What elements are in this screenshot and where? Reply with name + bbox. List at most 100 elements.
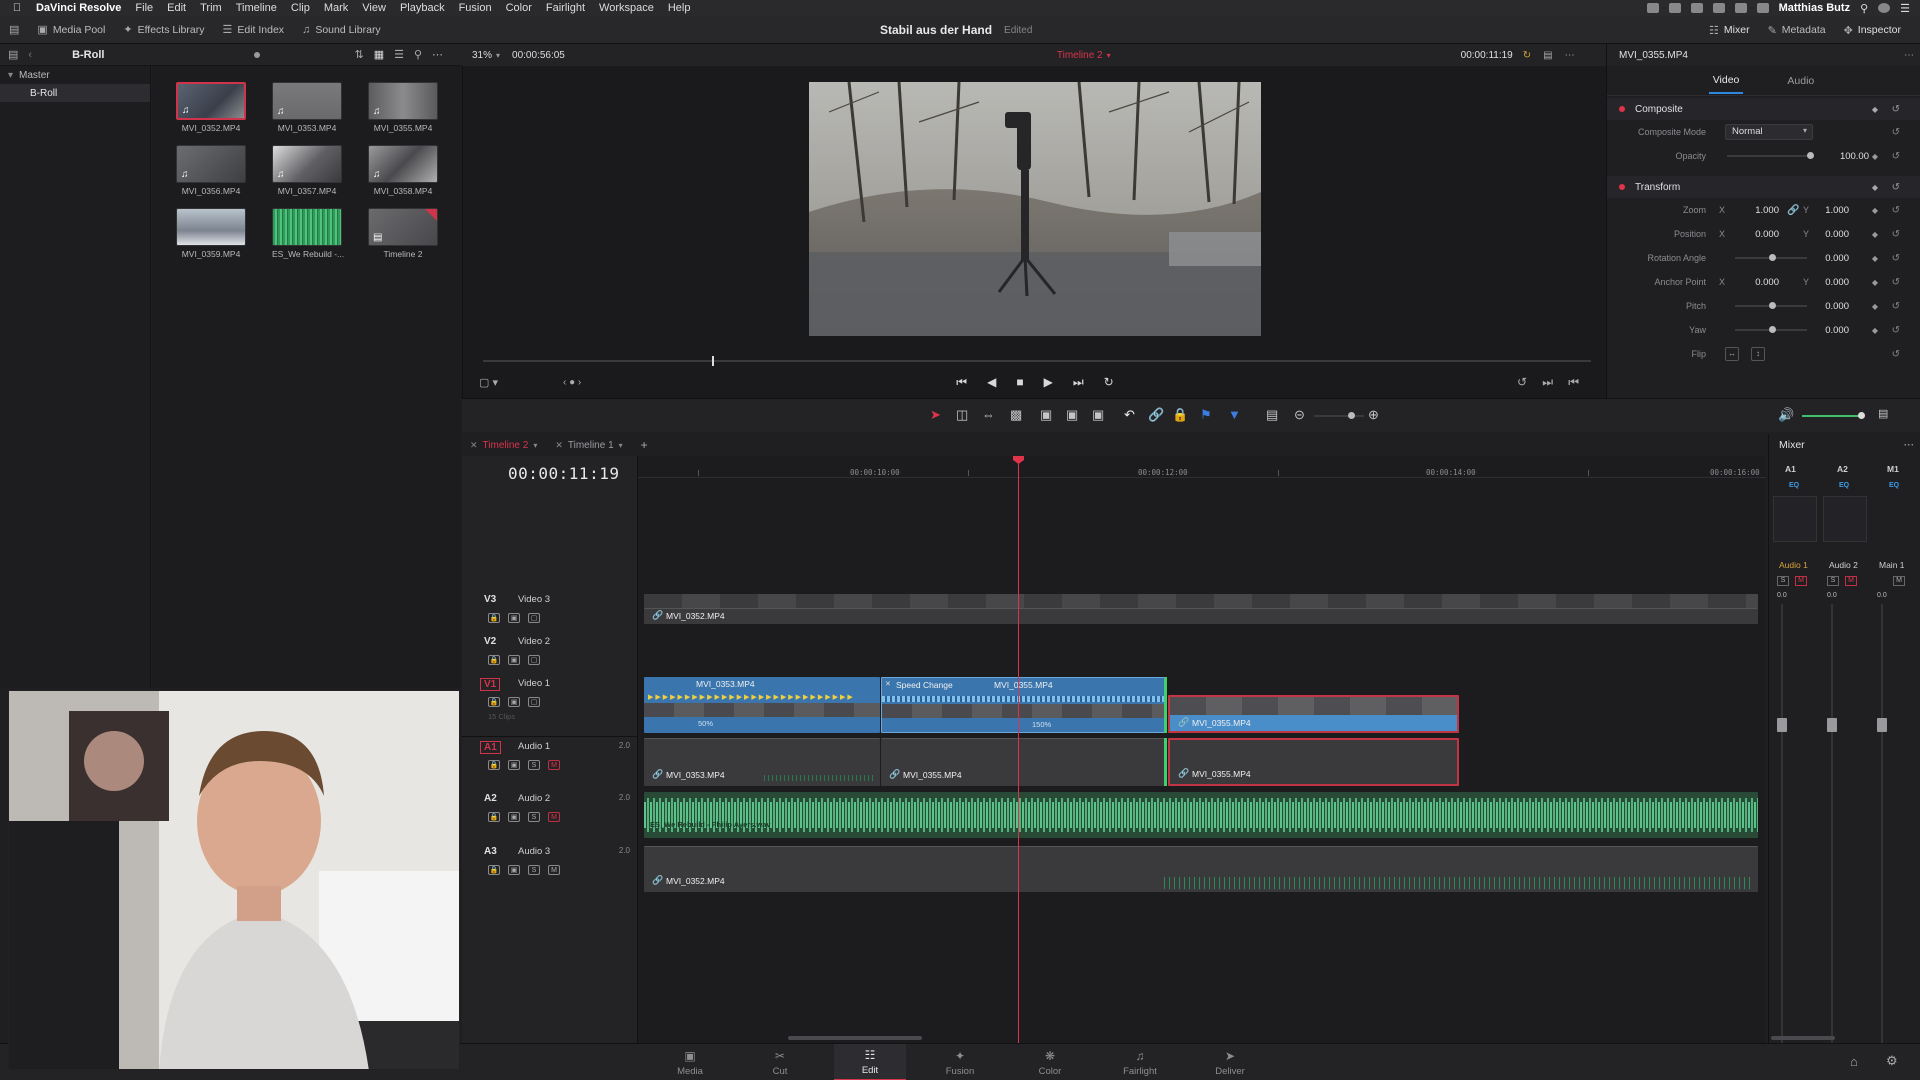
media-clip[interactable]: ♫ MVI_0352.MP4 [176, 82, 246, 133]
reset-icon[interactable]: ↺ [1892, 151, 1900, 162]
solo-icon[interactable]: S [1827, 576, 1839, 586]
lock-icon[interactable]: 🔒 [488, 655, 500, 665]
media-pool-button[interactable]: ▣ Media Pool [28, 16, 114, 44]
cloud-icon[interactable] [1668, 3, 1681, 13]
keyframe-diamond-icon[interactable]: ◆ [1872, 326, 1878, 335]
auto-select-icon[interactable]: ▣ [508, 697, 520, 707]
inspector-toggle-button[interactable]: ✥ Inspector [1835, 16, 1910, 44]
reset-icon[interactable]: ↺ [1892, 229, 1900, 240]
track-header-v1[interactable]: V1 Video 1 🔒 ▣ ▢ 15 Clips [462, 674, 638, 734]
tab-timeline-2[interactable]: ✕ Timeline 2 ▾ [470, 440, 537, 451]
timeline-clip-a1-a[interactable]: 🔗 MVI_0353.MP4 [644, 738, 880, 786]
track-visibility-icon[interactable]: ▢ [528, 655, 540, 665]
grid-view-icon[interactable]: ▦ [374, 48, 384, 61]
home-icon[interactable]: ⌂ [1850, 1054, 1858, 1069]
eq-button[interactable]: EQ [1839, 482, 1849, 489]
timeline-clip-a2[interactable]: ES_We Rebuild - Philip Ayers.wav [644, 792, 1758, 838]
loop-icon[interactable]: ↻ [1104, 375, 1114, 389]
link-icon[interactable]: 🔗 [1787, 205, 1799, 216]
fader-track[interactable] [1781, 604, 1783, 1044]
yaw-value[interactable]: 0.000 [1809, 325, 1849, 336]
timeline-zoom-slider[interactable] [1314, 412, 1364, 419]
position-x-value[interactable]: 0.000 [1739, 229, 1779, 240]
timeline-clip-v1-a[interactable]: MVI_0353.MP4 ▶▶▶▶▶▶▶▶▶▶▶▶▶▶▶▶▶▶▶▶▶▶▶▶▶▶▶… [644, 677, 880, 733]
track-visibility-icon[interactable]: ▢ [528, 613, 540, 623]
marker-icon[interactable]: ▼ [1228, 407, 1241, 422]
menu-help[interactable]: Help [668, 2, 691, 14]
media-clip[interactable]: ♫ MVI_0357.MP4 [272, 145, 342, 196]
fader-track[interactable] [1831, 604, 1833, 1044]
menu-file[interactable]: File [135, 2, 153, 14]
page-fairlight[interactable]: ♫ Fairlight [1104, 1044, 1176, 1080]
chevron-down-icon[interactable]: ▾ [533, 441, 537, 450]
more-options-icon[interactable]: ⋯ [1904, 50, 1914, 61]
eq-button[interactable]: EQ [1889, 482, 1899, 489]
track-header-a1[interactable]: A1 Audio 1 2.0 🔒 ▣ S M [462, 736, 638, 789]
meter-icon[interactable]: ▤ [1878, 407, 1888, 420]
keyframe-diamond-icon[interactable]: ◆ [1872, 254, 1878, 263]
fader-handle[interactable] [1777, 718, 1787, 732]
menu-timeline[interactable]: Timeline [236, 2, 277, 14]
zoom-x-value[interactable]: 1.000 [1739, 205, 1779, 216]
reset-icon[interactable]: ↺ [1892, 349, 1900, 360]
menu-trim[interactable]: Trim [200, 2, 222, 14]
match-frame-icon[interactable]: ↺ [1517, 375, 1527, 389]
clip-speed-label[interactable]: 50% [698, 719, 713, 728]
track-code[interactable]: V1 [480, 678, 501, 691]
keyframe-diamond-icon[interactable]: ◆ [1872, 302, 1878, 311]
more-options-icon[interactable]: ⋯ [1904, 439, 1915, 451]
reset-icon[interactable]: ↺ [1892, 253, 1900, 264]
slider-knob[interactable] [1858, 412, 1865, 419]
bin-tree-item-b-roll[interactable]: B-Roll [0, 84, 150, 102]
media-clip[interactable]: ♫ MVI_0355.MP4 [368, 82, 438, 133]
media-clip[interactable]: ♫ MVI_0356.MP4 [176, 145, 246, 196]
prev-edit-icon[interactable]: ⏮ [1568, 375, 1579, 390]
slider-knob[interactable] [1348, 412, 1355, 419]
reset-icon[interactable]: ↺ [1892, 205, 1900, 216]
tab-timeline-1[interactable]: ✕ Timeline 1 ▾ [555, 440, 622, 451]
edit-point-marker[interactable] [1164, 677, 1167, 733]
go-to-start-icon[interactable]: ⏮ [956, 375, 967, 390]
reset-icon[interactable]: ↺ [1892, 301, 1900, 312]
viewer-zoom[interactable]: 31% [472, 50, 492, 61]
menu-playback[interactable]: Playback [400, 2, 445, 14]
more-options-icon[interactable]: ⋯ [1565, 50, 1575, 61]
yaw-slider[interactable] [1735, 326, 1807, 333]
overwrite-clip-icon[interactable]: ▣ [1066, 407, 1078, 423]
slider-knob[interactable] [1769, 302, 1776, 309]
menu-fusion[interactable]: Fusion [459, 2, 492, 14]
track-name[interactable]: Audio 3 [518, 846, 550, 857]
viewer-options-icon[interactable]: ▢ ▾ [479, 376, 498, 389]
reset-icon[interactable]: ↺ [1892, 277, 1900, 288]
solo-icon[interactable]: S [528, 760, 540, 770]
page-deliver[interactable]: ➤ Deliver [1194, 1044, 1266, 1080]
pitch-slider[interactable] [1735, 302, 1807, 309]
track-name[interactable]: Video 3 [518, 594, 550, 605]
fader-track[interactable] [1881, 604, 1883, 1044]
timeline-clip-a3[interactable]: 🔗 MVI_0352.MP4 [644, 846, 1758, 892]
anchor-x-value[interactable]: 0.000 [1739, 277, 1779, 288]
lock-icon[interactable]: 🔒 [488, 865, 500, 875]
timeline-lanes[interactable]: 00:00:10:00 00:00:12:00 00:00:14:00 00:0… [638, 456, 1766, 1043]
mute-icon[interactable]: M [1795, 576, 1807, 586]
menu-color[interactable]: Color [506, 2, 532, 14]
mute-icon[interactable]: M [548, 812, 560, 822]
mute-icon[interactable]: M [548, 865, 560, 875]
solo-icon[interactable]: S [1777, 576, 1789, 586]
enable-dot-icon[interactable] [1619, 184, 1625, 190]
track-name[interactable]: Audio 2 [518, 793, 550, 804]
workspace-toggle-button[interactable]: ▤ [0, 16, 28, 44]
bluetooth-icon[interactable] [1712, 3, 1725, 13]
page-cut[interactable]: ✂ Cut [744, 1044, 816, 1080]
metadata-button[interactable]: ✎ Metadata [1759, 16, 1835, 44]
eq-button[interactable]: EQ [1789, 482, 1799, 489]
opacity-value[interactable]: 100.00 [1829, 151, 1869, 162]
timeline-clip-a1-c[interactable]: 🔗 MVI_0355.MP4 [1168, 738, 1459, 786]
page-edit[interactable]: ☷ Edit [834, 1044, 906, 1080]
auto-select-icon[interactable]: ▣ [508, 655, 520, 665]
reset-icon[interactable]: ↺ [1892, 127, 1900, 138]
chevron-down-icon[interactable]: ▾ [619, 441, 623, 450]
page-color[interactable]: ❋ Color [1014, 1044, 1086, 1080]
media-clip[interactable]: ES_We Rebuild -... [272, 208, 344, 259]
timeline-ruler[interactable]: 00:00:10:00 00:00:12:00 00:00:14:00 00:0… [638, 456, 1766, 478]
